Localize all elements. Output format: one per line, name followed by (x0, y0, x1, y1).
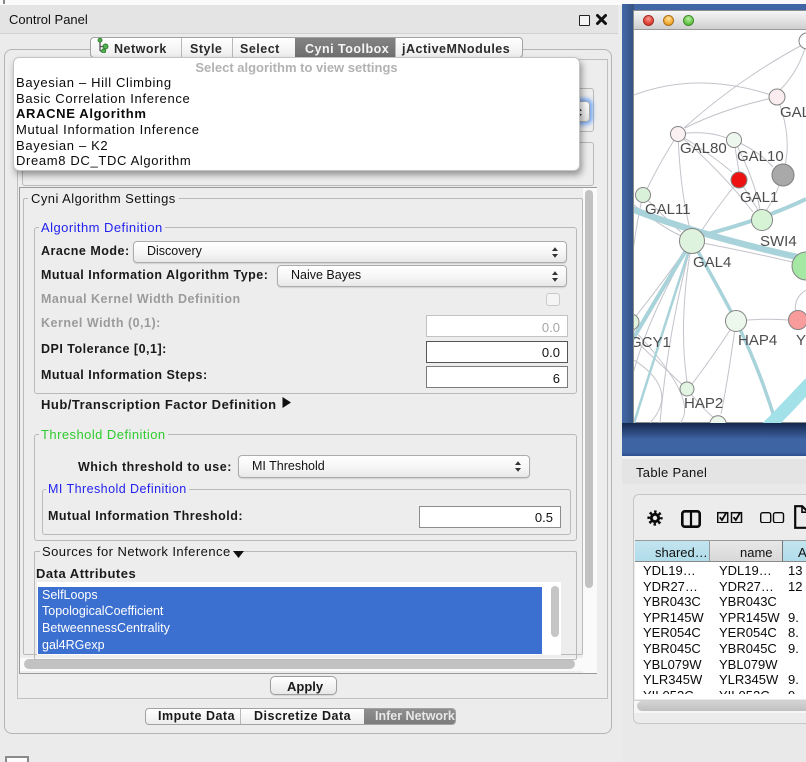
svg-text:GAL4: GAL4 (693, 254, 731, 271)
svg-text:HAP4: HAP4 (738, 332, 777, 349)
svg-text:GAL10: GAL10 (737, 148, 784, 165)
svg-text:Y: Y (796, 332, 806, 349)
svg-text:GAL1: GAL1 (740, 189, 778, 206)
svg-text:GCY1: GCY1 (634, 334, 671, 351)
svg-text:GAL11: GAL11 (645, 201, 691, 218)
svg-text:HAP2: HAP2 (684, 395, 723, 412)
svg-text:SWI4: SWI4 (760, 233, 797, 250)
svg-text:GAL80: GAL80 (680, 140, 727, 157)
svg-text:GAL2: GAL2 (780, 104, 806, 121)
